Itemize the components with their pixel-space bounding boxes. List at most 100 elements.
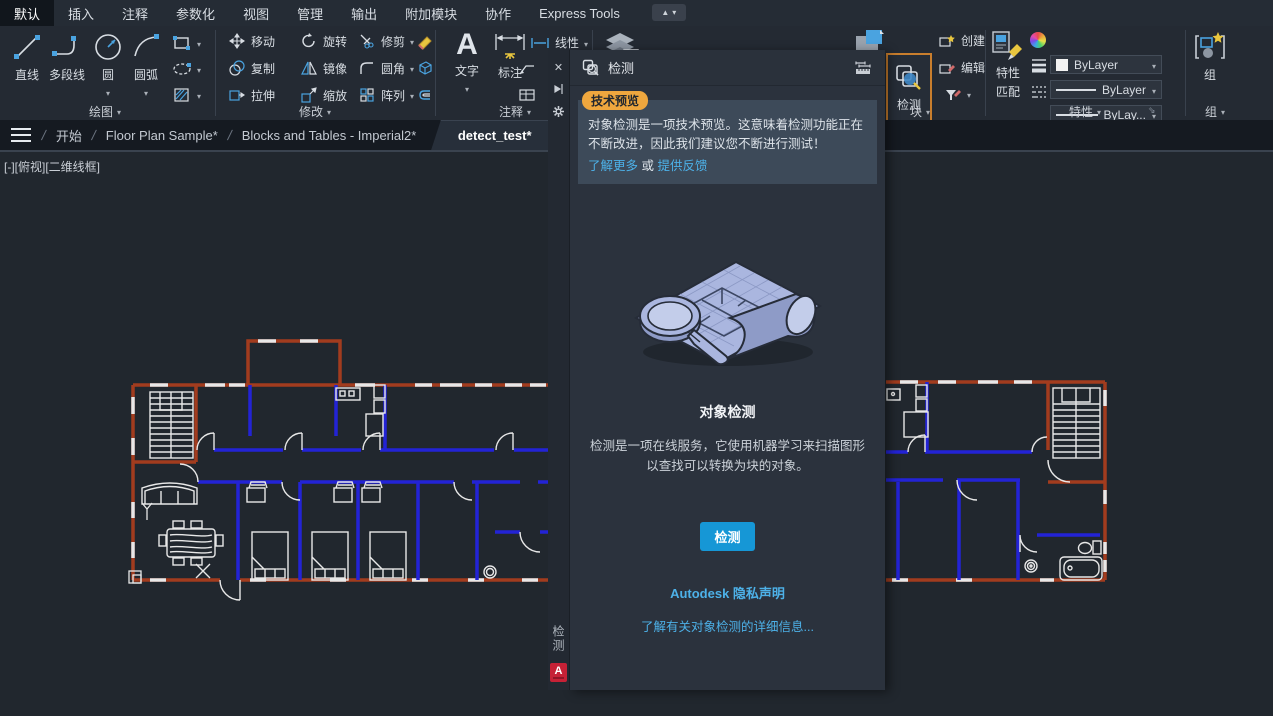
ribbon-tab-addins[interactable]: 附加模块 [391,0,471,26]
palette-title: 检测 [608,58,634,77]
blueprint-illustration [618,244,838,374]
copy-icon [228,59,246,77]
linear-dim-icon [530,36,550,50]
copy-button[interactable]: 复制 [228,59,275,77]
lineweight-button[interactable] [1030,57,1048,73]
hatch-icon [172,86,192,104]
detect-button[interactable]: 检测 [700,522,754,551]
block-create-button[interactable]: 创建 [938,32,985,49]
chevron-down-icon[interactable] [967,87,971,101]
ribbon-tab-output[interactable]: 输出 [337,0,391,26]
chevron-down-icon[interactable] [410,88,414,102]
tab-floor-plan-sample[interactable]: Floor Plan Sample* [96,128,228,143]
trim-button[interactable]: 修剪 [358,32,414,50]
table-button[interactable] [518,88,536,102]
block-attributes-button[interactable] [944,86,971,102]
move-button[interactable]: 移动 [228,32,275,50]
ribbon-tab-express-tools[interactable]: Express Tools [525,0,634,26]
details-link[interactable]: 了解有关对象检测的详细信息... [641,620,814,634]
ribbon-tab-insert[interactable]: 插入 [54,0,108,26]
chevron-down-icon[interactable] [106,85,110,99]
draw-panel-label[interactable]: 绘图 [60,102,150,120]
chevron-down-icon[interactable] [197,62,201,76]
linetype-button[interactable] [1030,84,1048,100]
attribute-edit-icon [944,86,962,102]
block-create-icon [938,33,956,49]
ellipse-tool-button[interactable] [172,60,201,78]
privacy-statement-link[interactable]: Autodesk 隐私声明 [670,586,785,601]
line-button[interactable]: 直线 [8,30,46,83]
modify-panel-label[interactable]: 修改 [270,102,360,120]
hatch-tool-button[interactable] [172,86,201,104]
palette-body-text: 检测是一项在线服务，它使用机器学习来扫描图形以查找可以转换为块的对象。 [588,436,867,476]
rectangle-tool-button[interactable] [172,34,201,52]
properties-gear-icon[interactable] [552,100,565,122]
chevron-down-icon[interactable] [465,81,469,95]
menu-hamburger-icon[interactable] [0,128,42,142]
lineweight-dropdown[interactable]: ByLayer [1050,80,1162,99]
auto-hide-icon[interactable] [553,78,565,100]
match-properties-button[interactable]: 特性 匹配 [988,30,1028,100]
ribbon-tab-annotate[interactable]: 注释 [108,0,162,26]
eraser-icon [416,32,434,50]
group-button[interactable]: 组 [1192,30,1228,83]
table-icon [518,88,536,102]
feedback-link[interactable]: 提供反馈 [658,159,708,173]
offset-button[interactable] [416,86,434,104]
ribbon-tab-view[interactable]: 视图 [229,0,283,26]
ribbon-tab-manage[interactable]: 管理 [283,0,337,26]
block-edit-button[interactable]: 编辑 [938,59,985,76]
linear-dimension-button[interactable]: 线性 [530,34,588,51]
ribbon-tab-bar: 默认 插入 注释 参数化 视图 管理 输出 附加模块 协作 Express To… [0,0,1273,26]
stairs-right [1053,388,1100,458]
viewport-controls-label[interactable]: [-][俯视][二维线框] [4,158,100,175]
object-color-dropdown[interactable]: ByLayer [1050,55,1162,74]
palette-title-bar[interactable]: ✕ 检测 A [548,50,570,690]
chevron-down-icon[interactable] [410,61,414,75]
explode-button[interactable] [416,59,434,77]
color-swatch [1056,59,1068,71]
leader-icon [518,62,536,76]
color-wheel-button[interactable] [1030,32,1046,48]
tab-start[interactable]: 开始 [46,126,92,145]
block-panel-label[interactable]: 块 [875,102,965,120]
offset-icon [416,86,434,104]
leader-button[interactable] [518,62,536,76]
circle-button[interactable]: 圆 [92,30,124,99]
chevron-down-icon: ▾ [672,8,676,17]
mirror-button[interactable]: 镜像 [300,59,347,77]
chevron-down-icon[interactable] [410,34,414,48]
annotate-panel-label[interactable]: 注释 [470,102,560,120]
palette-vertical-label: 检测 [550,625,567,653]
text-button[interactable]: A 文字 [450,30,484,95]
settings-ruler-icon[interactable] [853,60,873,76]
polyline-button[interactable]: 多段线 [44,30,90,83]
notice-text: 对象检测是一项技术预览。这意味着检测功能正在不断改进，因此我们建议您不断进行测试… [588,118,863,151]
properties-panel-label[interactable]: 特性 [1040,102,1130,120]
stairs-left [150,392,193,458]
chevron-down-icon [327,104,331,118]
ribbon-tab-collaborate[interactable]: 协作 [471,0,525,26]
panel-expander-icon[interactable]: ⇘ [1148,105,1156,116]
arc-button[interactable]: 圆弧 [128,30,164,99]
fillet-button[interactable]: 圆角 [358,59,414,77]
tab-detect-test-active[interactable]: detect_test* [431,120,558,150]
chevron-down-icon[interactable] [584,36,588,50]
ribbon-tab-default[interactable]: 默认 [0,0,54,26]
rotate-button[interactable]: 旋转 [300,32,347,50]
learn-more-link[interactable]: 了解更多 [588,159,638,173]
chevron-down-icon[interactable] [197,36,201,50]
chevron-down-icon[interactable] [144,85,148,99]
detect-panel-icon [582,59,600,77]
ribbon-tab-parametric[interactable]: 参数化 [162,0,229,26]
tab-blocks-and-tables[interactable]: Blocks and Tables - Imperial2* [232,128,427,143]
stretch-button[interactable]: 拉伸 [228,86,275,104]
group-panel-label[interactable]: 组 [1175,102,1255,120]
palette-header: 检测 [570,50,885,86]
array-button[interactable]: 阵列 [358,86,414,104]
stretch-icon [228,86,246,104]
ribbon-collapse-button[interactable]: ▲▾ [652,4,686,21]
close-icon[interactable]: ✕ [554,56,563,78]
erase-button[interactable] [416,32,434,50]
chevron-down-icon[interactable] [197,88,201,102]
